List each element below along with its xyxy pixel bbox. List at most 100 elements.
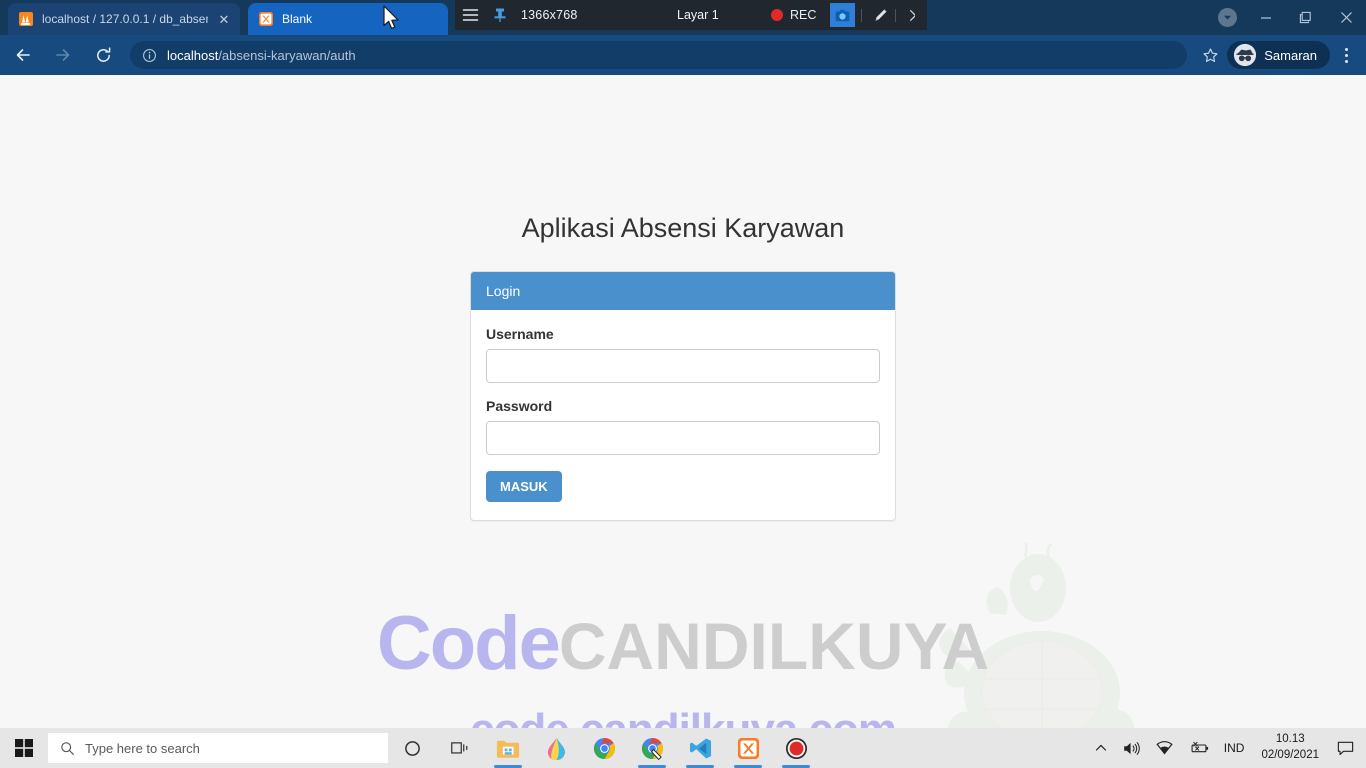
taskbar-search-box[interactable]: Type here to search: [48, 733, 388, 763]
browser-menu-button[interactable]: [1330, 38, 1362, 72]
username-label: Username: [486, 326, 554, 342]
minimize-button[interactable]: [1246, 0, 1286, 35]
rec-label: REC: [790, 8, 817, 22]
info-circle-icon[interactable]: [142, 48, 157, 63]
chevron-up-icon: [1095, 744, 1106, 751]
taskbar-file-explorer-button[interactable]: [484, 728, 532, 768]
tray-volume-button[interactable]: [1115, 728, 1148, 768]
camera-icon: [835, 9, 850, 21]
screen-recorder-icon: [785, 737, 807, 759]
recorder-pen-button[interactable]: [869, 3, 893, 27]
recorder-snapshot-button[interactable]: [830, 3, 855, 27]
windows-taskbar: Type here to search IND 10.13 02/09/2021: [0, 728, 1366, 768]
chrome-dev-icon: [641, 737, 663, 760]
pencil-icon: [875, 9, 887, 21]
login-form: Username Password MASUK: [471, 310, 895, 520]
username-form-group: Username: [486, 326, 880, 383]
cortana-circle-icon: [404, 740, 420, 756]
watermark-url: code.candilkuya.com: [0, 705, 1366, 728]
recorder-pin-button[interactable]: [485, 0, 515, 30]
chevron-down-circle-icon: [1218, 8, 1237, 27]
taskbar-vscode-button[interactable]: [676, 728, 724, 768]
tray-date: 02/09/2021: [1261, 749, 1319, 761]
screen-recorder-toolbar: 1366x768 Layar 1 REC: [455, 0, 927, 30]
search-icon: [61, 741, 74, 755]
mouse-cursor: [383, 5, 399, 29]
record-dot-icon: [771, 9, 783, 21]
taskbar-screen-recorder-button[interactable]: [772, 728, 820, 768]
notification-icon: [1337, 741, 1354, 755]
watermark-logo: CodeCANDILKUYA: [0, 600, 1366, 687]
recorder-separator-2: [895, 9, 896, 22]
recorder-layer-label: Layar 1: [677, 8, 719, 22]
bookmark-button[interactable]: [1195, 40, 1225, 70]
taskbar-cortana-button[interactable]: [388, 728, 436, 768]
recorder-close-button[interactable]: [903, 3, 927, 27]
tray-language-indicator[interactable]: IND: [1217, 741, 1252, 755]
recorder-menu-button[interactable]: [455, 0, 485, 30]
browser-tab-phpmyadmin[interactable]: localhost / 127.0.0.1 / db_absensi ✕: [8, 3, 240, 35]
back-button[interactable]: [6, 38, 40, 72]
start-button[interactable]: [0, 728, 48, 768]
reload-button[interactable]: [86, 38, 120, 72]
page-viewport: CodeCANDILKUYA code.candilkuya.com Aplik…: [0, 75, 1366, 728]
login-submit-button[interactable]: MASUK: [486, 471, 562, 502]
taskbar-chrome-dev-button[interactable]: [628, 728, 676, 768]
three-dots-icon: [1344, 53, 1348, 57]
three-dots-icon: [1344, 59, 1348, 63]
profile-incognito-button[interactable]: Samaran: [1227, 41, 1330, 69]
forward-button[interactable]: [46, 38, 80, 72]
tray-clock[interactable]: 10.13 02/09/2021: [1251, 728, 1329, 768]
incognito-icon: [1234, 43, 1257, 67]
pin-icon: [494, 8, 506, 22]
three-dots-icon: [1344, 47, 1348, 51]
tray-action-center-button[interactable]: [1329, 728, 1362, 768]
recorder-resolution-label: 1366x768: [521, 8, 578, 22]
browser-window: localhost / 127.0.0.1 / db_absensi ✕ Bla…: [0, 0, 1366, 768]
profile-label: Samaran: [1264, 47, 1317, 63]
window-controls: [1206, 0, 1366, 35]
taskbar-xampp-button[interactable]: [724, 728, 772, 768]
tray-network-button[interactable]: [1148, 728, 1181, 768]
maximize-button[interactable]: [1286, 0, 1326, 35]
recorder-rec-button[interactable]: REC: [771, 8, 816, 22]
task-view-icon: [450, 742, 467, 754]
browser-tab-blank[interactable]: Blank: [248, 3, 448, 35]
tab-title: localhost / 127.0.0.1 / db_absensi: [42, 12, 208, 26]
file-explorer-icon: [496, 740, 520, 758]
wifi-icon: [1156, 741, 1173, 755]
taskbar-chrome-button[interactable]: [580, 728, 628, 768]
tray-battery-button[interactable]: [1181, 728, 1217, 768]
tray-overflow-button[interactable]: [1087, 728, 1115, 768]
system-tray: IND 10.13 02/09/2021: [1087, 728, 1366, 768]
page-title: Aplikasi Absensi Karyawan: [521, 213, 845, 243]
browser-toolbar: localhost/absensi-karyawan/auth Samaran: [0, 35, 1366, 75]
tab-title: Blank: [282, 12, 313, 26]
watermark-logo-part1: Code: [376, 601, 561, 686]
close-button[interactable]: [1326, 0, 1366, 35]
vscode-icon: [689, 738, 711, 758]
windows-logo-icon: [15, 739, 33, 757]
speaker-icon: [1123, 741, 1140, 755]
tab-close-icon[interactable]: ✕: [216, 11, 232, 27]
xampp-icon: [737, 737, 759, 759]
address-bar-text: localhost/absensi-karyawan/auth: [167, 48, 356, 63]
password-input[interactable]: [486, 421, 880, 455]
close-icon: [909, 9, 921, 21]
taskbar-task-view-button[interactable]: [436, 728, 484, 768]
url-path: /absensi-karyawan/auth: [218, 47, 356, 63]
address-bar[interactable]: localhost/absensi-karyawan/auth: [130, 41, 1188, 69]
star-icon: [1203, 47, 1218, 62]
login-card-header: Login: [471, 272, 895, 310]
recorder-separator-1: [861, 9, 862, 22]
taskbar-paint3d-button[interactable]: [532, 728, 580, 768]
login-card: Login Username Password MASUK: [470, 271, 896, 521]
phpmyadmin-icon: [19, 12, 33, 26]
hamburger-menu-icon: [462, 9, 478, 21]
url-host: localhost: [167, 47, 219, 63]
chrome-icon: [593, 737, 615, 759]
download-indicator-button[interactable]: [1206, 0, 1246, 35]
tray-time: 10.13: [1275, 733, 1305, 746]
password-label: Password: [486, 398, 553, 414]
username-input[interactable]: [486, 349, 880, 383]
